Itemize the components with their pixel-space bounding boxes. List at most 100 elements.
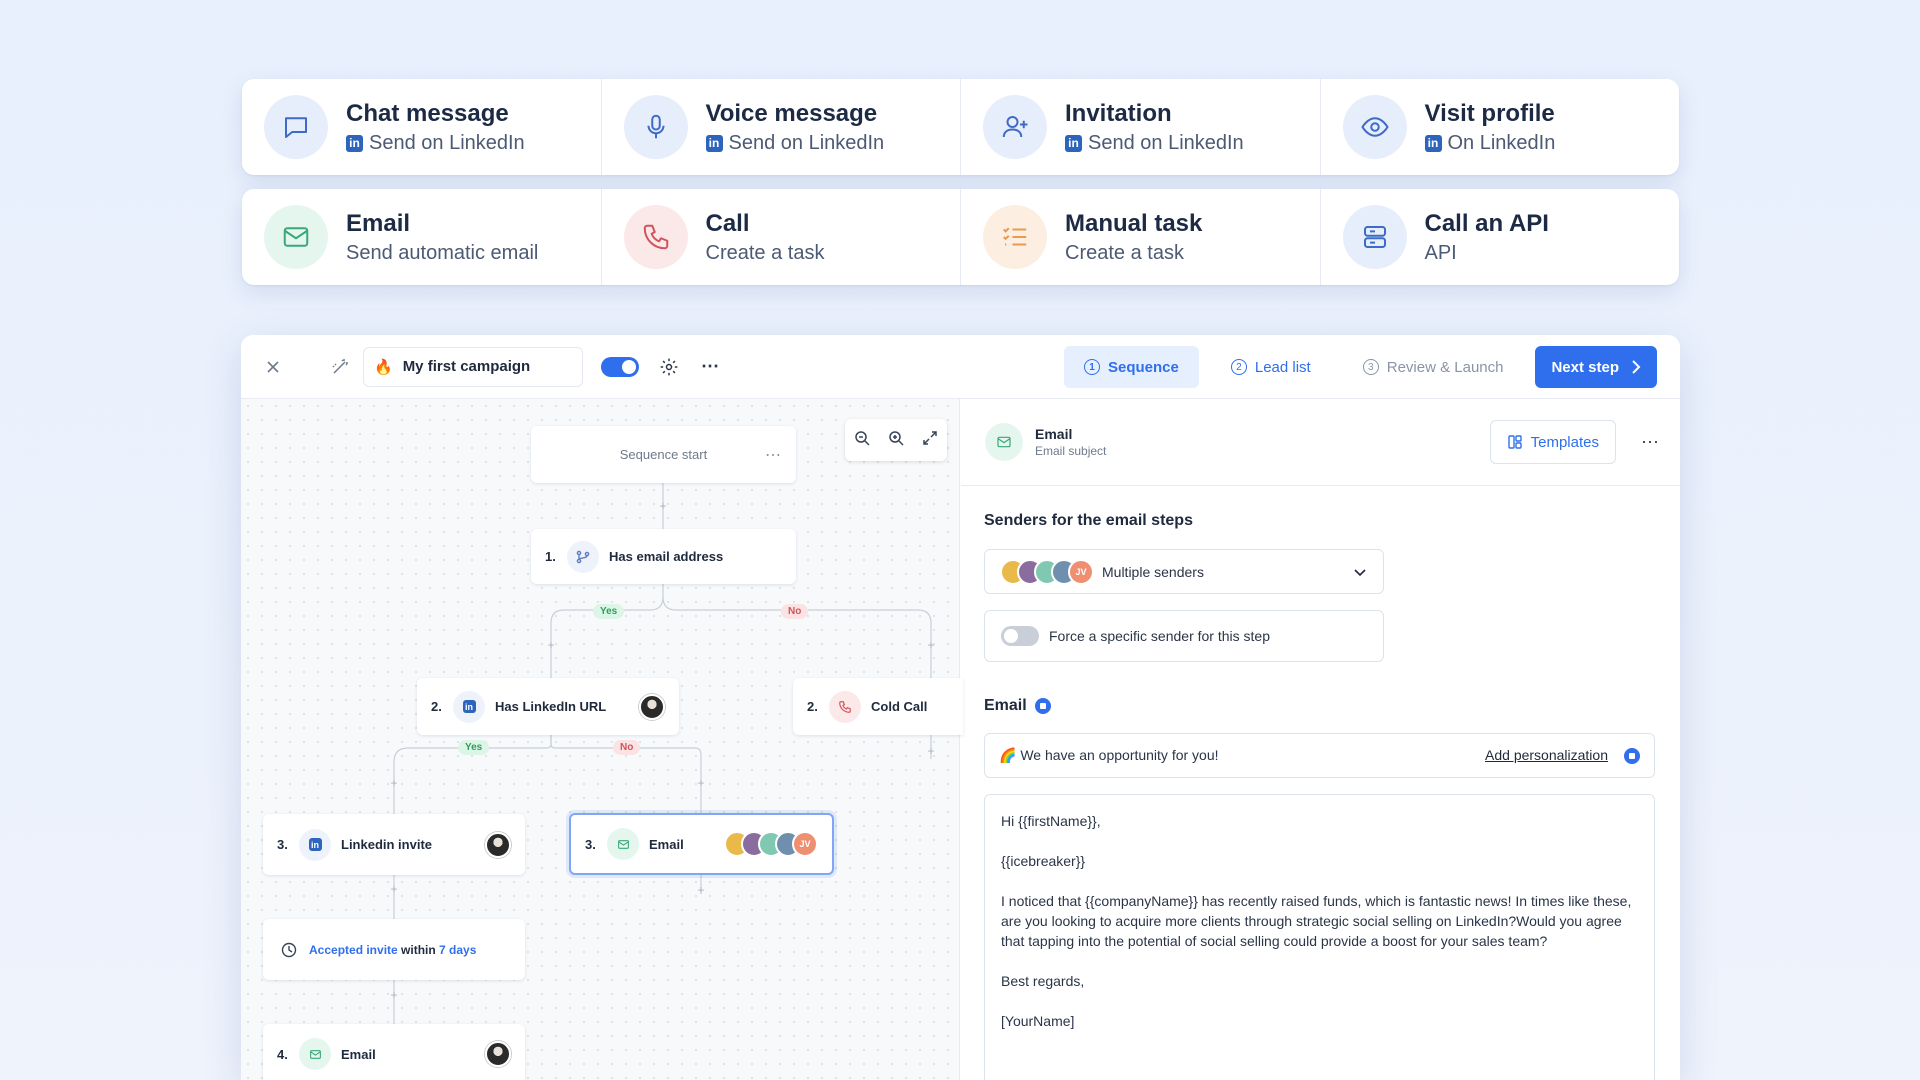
body-line: I noticed that {{companyName}} has recen…	[1001, 893, 1632, 949]
microphone-icon	[623, 95, 688, 159]
step-label: Email	[649, 836, 684, 852]
senders-section-title: Senders for the email steps	[984, 512, 1193, 529]
action-subtitle: Send automatic email	[346, 241, 539, 264]
next-step-button[interactable]: Next step	[1535, 346, 1657, 388]
wait-event: Accepted invite	[309, 942, 398, 957]
email-body-editor[interactable]: Hi {{firstName}}, {{icebreaker}} I notic…	[984, 794, 1655, 1080]
sequence-start-node[interactable]: Sequence start ⋯	[531, 426, 796, 483]
close-icon[interactable]	[265, 359, 281, 375]
step-linkedin-invite[interactable]: 3. in Linkedin invite	[263, 814, 525, 875]
wait-duration: 7 days	[439, 942, 477, 957]
zoom-out-icon[interactable]	[854, 430, 870, 451]
campaign-name: My first campaign	[402, 358, 531, 375]
action-visit-profile[interactable]: Visit profile in On LinkedIn	[1321, 79, 1680, 175]
action-title: Invitation	[1065, 99, 1172, 127]
mail-icon	[607, 828, 639, 860]
add-step-icon[interactable]: +	[926, 744, 936, 758]
add-step-icon[interactable]: +	[389, 776, 399, 790]
add-step-icon[interactable]: +	[926, 638, 936, 652]
action-call[interactable]: Call Create a task	[602, 189, 961, 285]
sender-avatars: JV	[1000, 558, 1094, 585]
chevron-down-icon	[1353, 565, 1367, 579]
action-subtitle: Create a task	[705, 241, 825, 264]
step-email-selected[interactable]: 3. Email JV	[569, 813, 834, 875]
gear-icon[interactable]	[659, 357, 679, 377]
step-email[interactable]: 4. Email	[263, 1024, 525, 1080]
branch-icon	[567, 540, 599, 573]
linkedin-icon: in	[1424, 134, 1442, 152]
linkedin-icon: in	[299, 828, 331, 861]
action-title: Call	[705, 209, 750, 237]
add-personalization-link[interactable]: Add personalization	[1485, 747, 1608, 763]
more-icon[interactable]: ⋯	[765, 445, 782, 465]
avatar-initials: JV	[1068, 558, 1094, 585]
step-cold-call[interactable]: 2. Cold Call	[793, 678, 963, 735]
step-has-email-address[interactable]: 1. Has email address	[531, 529, 796, 584]
variable-icon[interactable]	[1624, 748, 1640, 764]
add-step-icon[interactable]: +	[546, 638, 556, 652]
fire-icon: 🔥	[374, 358, 393, 376]
more-icon[interactable]: ⋯	[701, 356, 719, 377]
action-manual-task[interactable]: Manual task Create a task	[961, 189, 1321, 285]
action-subtitle: Create a task	[1065, 241, 1184, 264]
magic-wand-icon[interactable]	[331, 358, 349, 376]
step-label: Has LinkedIn URL	[495, 699, 607, 714]
add-user-icon	[983, 95, 1047, 159]
action-subtitle: Send on LinkedIn	[1088, 131, 1244, 154]
tab-label: Lead list	[1254, 358, 1311, 376]
tab-label: Review & Launch	[1386, 358, 1504, 376]
tab-review-launch[interactable]: 3 Review & Launch	[1343, 346, 1524, 388]
subject-value: 🌈 We have an opportunity for you!	[999, 747, 1219, 763]
avatar	[485, 1041, 511, 1067]
templates-button[interactable]: Templates	[1489, 420, 1616, 464]
action-email[interactable]: Email Send automatic email	[242, 189, 602, 285]
step-has-linkedin-url[interactable]: 2. in Has LinkedIn URL	[417, 678, 679, 735]
action-title: Call an API	[1424, 209, 1549, 237]
action-title: Voice message	[705, 99, 878, 127]
action-voice-message[interactable]: Voice message in Send on LinkedIn	[602, 79, 961, 175]
panel-header: Email Email subject Templates ⋯	[961, 399, 1680, 486]
body-line: Best regards,	[1001, 973, 1085, 989]
more-icon[interactable]: ⋯	[1641, 432, 1660, 453]
campaign-active-toggle[interactable]	[601, 356, 639, 377]
force-sender-toggle[interactable]	[1001, 626, 1039, 646]
body-line: Hi {{firstName}},	[1001, 813, 1101, 829]
step-label: Has email address	[609, 549, 724, 564]
tab-lead-list[interactable]: 2 Lead list	[1211, 346, 1331, 388]
tab-sequence[interactable]: 1 Sequence	[1063, 346, 1199, 388]
tab-number: 3	[1362, 359, 1379, 375]
panel-title: Email	[1035, 426, 1073, 442]
sequence-canvas[interactable]: Sequence start ⋯ + 1. Has email address …	[241, 399, 963, 1080]
eye-icon	[1342, 95, 1407, 159]
add-step-icon[interactable]: +	[696, 883, 706, 897]
yes-badge: Yes	[458, 740, 490, 755]
action-title: Visit profile	[1424, 99, 1555, 127]
add-step-icon[interactable]: +	[389, 882, 399, 896]
templates-label: Templates	[1530, 433, 1599, 451]
action-invitation[interactable]: Invitation in Send on LinkedIn	[961, 79, 1321, 175]
action-chat-message[interactable]: Chat message in Send on LinkedIn	[242, 79, 602, 175]
add-step-icon[interactable]: +	[389, 988, 399, 1002]
add-step-icon[interactable]: +	[696, 776, 706, 790]
clock-icon	[281, 942, 297, 958]
mail-icon	[264, 205, 328, 269]
wait-condition[interactable]: Accepted invite within 7 days	[263, 919, 525, 980]
tab-label: Sequence	[1107, 358, 1179, 376]
campaign-name-field[interactable]: 🔥 My first campaign	[363, 346, 583, 387]
fullscreen-icon[interactable]	[922, 430, 938, 451]
step-tabs: 1 Sequence 2 Lead list 3 Review & Launch…	[1063, 346, 1657, 388]
zoom-in-icon[interactable]	[888, 430, 904, 451]
action-subtitle: Send on LinkedIn	[369, 131, 525, 154]
panel-subtitle: Email subject	[1035, 444, 1107, 458]
add-step-icon[interactable]: +	[658, 499, 668, 513]
senders-dropdown[interactable]: JV Multiple senders	[984, 549, 1384, 594]
action-subtitle: Send on LinkedIn	[728, 131, 885, 154]
subject-input[interactable]: 🌈 We have an opportunity for you! Add pe…	[984, 733, 1655, 778]
step-number: 1.	[545, 549, 556, 564]
sender-avatars: JV	[724, 831, 818, 857]
chat-icon	[264, 95, 328, 159]
info-icon[interactable]	[1034, 698, 1051, 714]
yes-badge: Yes	[593, 604, 625, 619]
server-icon	[1342, 205, 1407, 269]
action-call-api[interactable]: Call an API API	[1321, 189, 1680, 285]
